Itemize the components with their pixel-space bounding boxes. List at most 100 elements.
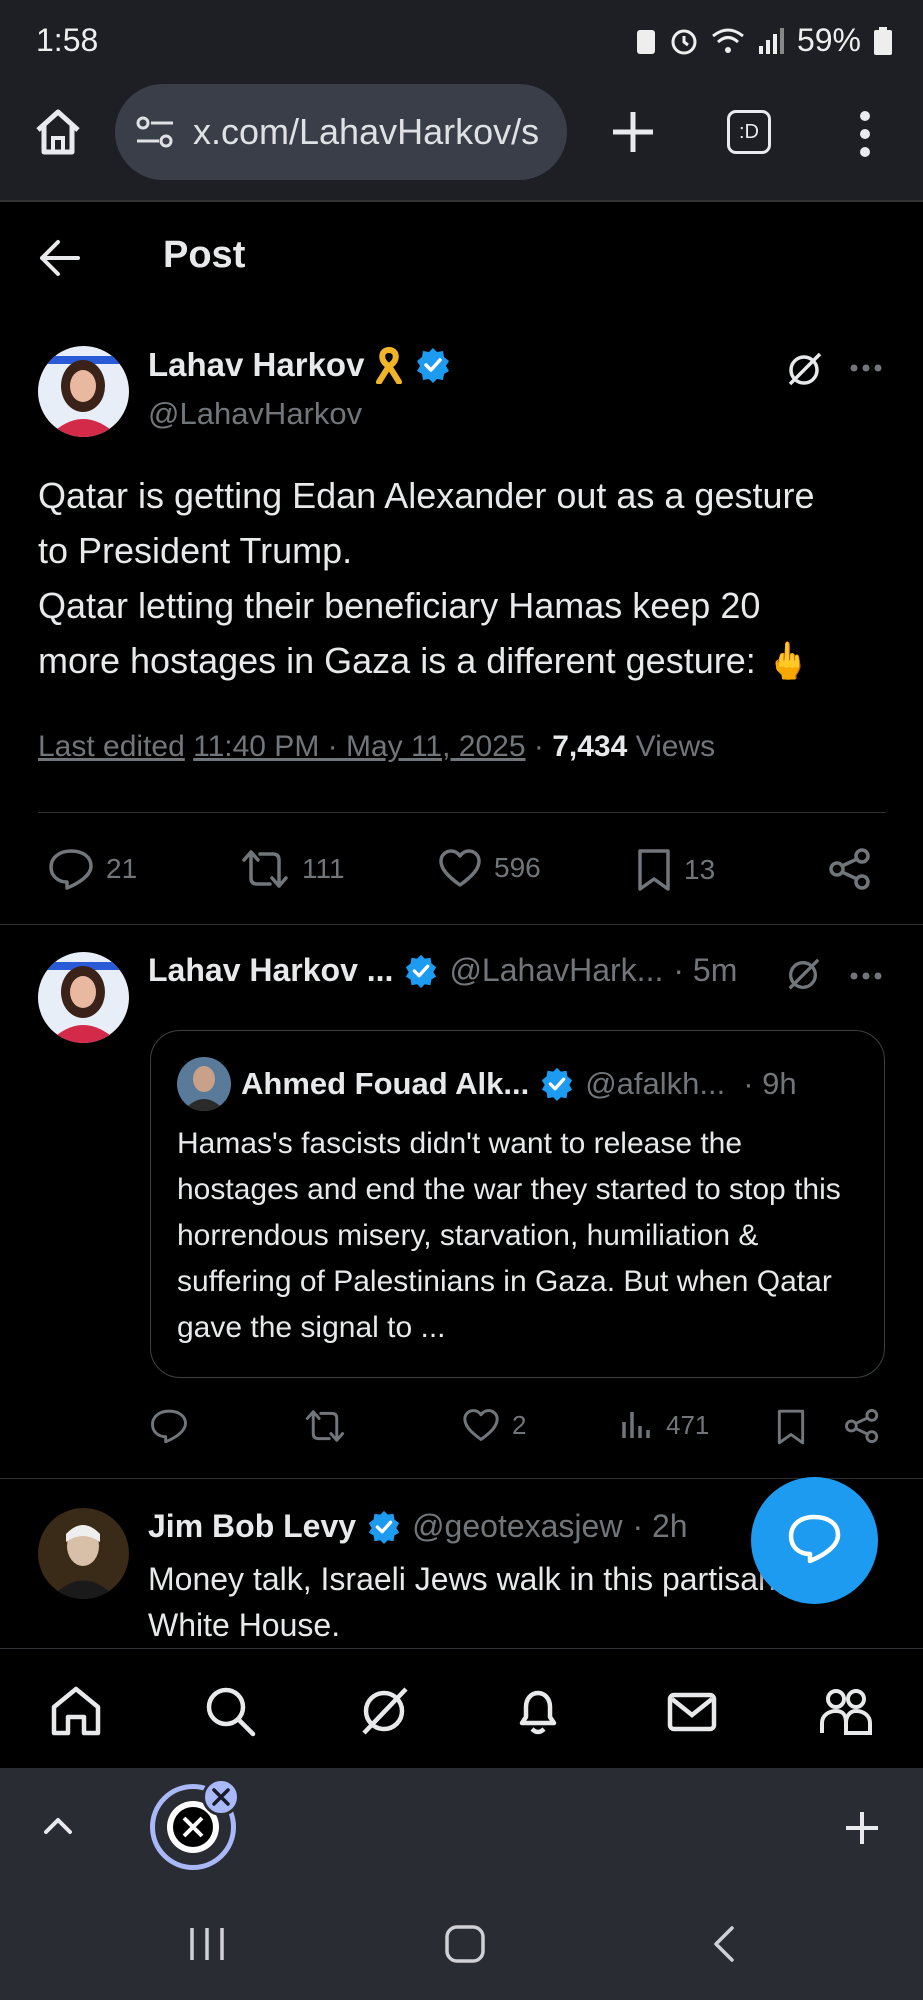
quote-author-name: Ahmed Fouad Alk... [241, 1066, 530, 1101]
yellow-ribbon-icon [376, 346, 403, 384]
browser-tab-strip [0, 1768, 923, 1888]
reply-button[interactable] [150, 1408, 188, 1444]
like-button[interactable]: 596 [438, 848, 541, 888]
battery-percent: 59% [796, 22, 861, 58]
home-icon[interactable] [30, 104, 86, 160]
bookmark-count: 13 [684, 854, 716, 885]
alarm-icon [671, 29, 697, 54]
battery-icon [874, 26, 892, 55]
author-avatar[interactable] [38, 346, 129, 437]
back-button-icon[interactable] [708, 1924, 738, 1964]
more-options-icon[interactable] [848, 356, 884, 380]
reply2-text: Money talk, Israeli Jews walk in this pa… [148, 1561, 776, 1643]
like-button[interactable]: 2 [462, 1408, 526, 1442]
author-name[interactable]: Lahav Harkov [148, 346, 364, 384]
reply-avatar[interactable] [38, 952, 129, 1043]
verified-badge-icon [417, 348, 450, 383]
new-tab-icon[interactable] [605, 104, 661, 160]
reply-icon [788, 1514, 841, 1564]
reply2-time: · 2h [632, 1508, 688, 1544]
recent-apps-icon[interactable] [186, 1924, 228, 1964]
reply-actions: 2 471 [0, 1400, 923, 1460]
verified-badge-icon [368, 1510, 400, 1544]
quote-time: · 9h [743, 1066, 797, 1101]
quote-text: Hamas's fascists didn't want to release … [177, 1127, 841, 1344]
post-header: Post [0, 202, 923, 312]
close-icon [212, 1788, 230, 1806]
share-button[interactable] [828, 848, 872, 890]
share-button[interactable] [844, 1408, 880, 1444]
reply-button[interactable]: 21 [48, 848, 137, 890]
home-button-icon[interactable] [444, 1924, 486, 1964]
reply-header: Lahav Harkov ... @LahavHark... · 5m [148, 952, 737, 989]
post-actions: 21 111 596 13 [0, 840, 923, 900]
tune-icon[interactable] [135, 114, 175, 150]
heart-icon [463, 1409, 499, 1441]
lock-icon [636, 29, 655, 54]
signal-icon [758, 27, 784, 54]
status-time: 1:58 [36, 22, 99, 58]
share-icon [829, 848, 870, 890]
back-arrow-icon[interactable] [38, 238, 82, 278]
post-text-line: Qatar letting their beneficiary Hamas ke… [38, 585, 761, 626]
verified-badge-icon [542, 1067, 573, 1102]
author-handle[interactable]: @LahavHarkov [148, 396, 362, 432]
grok-icon[interactable] [356, 1683, 412, 1739]
reply-author-name[interactable]: Lahav Harkov ... [148, 952, 393, 989]
repost-count: 111 [302, 853, 345, 884]
more-options-icon[interactable] [848, 964, 884, 988]
author-name-row: Lahav Harkov [148, 346, 452, 384]
bookmark-button[interactable]: 13 [636, 848, 715, 892]
divider [38, 812, 886, 813]
avatar-image [38, 952, 129, 1043]
post-meta: Last edited 11:40 PM · May 11, 2025 · 7,… [38, 730, 716, 763]
overflow-menu-icon[interactable] [850, 108, 880, 160]
bottom-nav [0, 1648, 923, 1768]
notifications-icon[interactable] [510, 1683, 566, 1739]
reply2-author-handle[interactable]: @geotexasjew [412, 1508, 622, 1545]
address-bar[interactable]: x.com/LahavHarkov/s [115, 84, 567, 180]
edit-history-link[interactable]: Last edited [38, 730, 185, 763]
quoted-post-card[interactable]: Ahmed Fouad Alk... @afalkh... · 9h Hamas… [150, 1030, 885, 1378]
reply-author-handle[interactable]: @LahavHark... [449, 952, 663, 989]
bookmark-icon [777, 1409, 805, 1445]
post-text-line: to President Trump. [38, 530, 353, 571]
avatar-image [38, 1508, 129, 1599]
like-count: 2 [512, 1409, 527, 1440]
quote-avatar [177, 1057, 231, 1111]
heart-icon [439, 849, 481, 887]
reply-time: · 5m [673, 952, 738, 988]
browser-chrome: 1:58 59% x.com/LahavHarkov/s :D [0, 0, 923, 202]
repost-button[interactable]: 111 [240, 848, 345, 890]
close-tab-button[interactable] [202, 1778, 240, 1816]
new-tab-icon[interactable] [842, 1808, 882, 1848]
grok-icon[interactable] [784, 350, 824, 390]
views-button[interactable]: 471 [620, 1408, 709, 1442]
bookmark-icon [638, 849, 670, 891]
reply-icon [151, 1409, 187, 1444]
reply2-avatar[interactable] [38, 1508, 129, 1599]
compose-reply-button[interactable] [751, 1477, 878, 1604]
chevron-up-icon[interactable] [40, 1808, 76, 1844]
repost-button[interactable] [304, 1408, 346, 1444]
url-text[interactable]: x.com/LahavHarkov/s [193, 84, 553, 180]
grok-icon[interactable] [784, 956, 822, 994]
avatar-image [38, 346, 129, 437]
home-icon[interactable] [48, 1683, 104, 1739]
search-icon[interactable] [202, 1683, 258, 1739]
post-text-line: more hostages in Gaza is a different ges… [38, 640, 811, 681]
tab-switcher-button[interactable]: :D [727, 110, 771, 154]
divider [0, 924, 923, 925]
bookmark-button[interactable] [776, 1408, 806, 1446]
system-nav-bar [0, 1888, 923, 2000]
messages-icon[interactable] [664, 1683, 720, 1739]
like-count: 596 [494, 852, 541, 883]
views-count: 471 [666, 1409, 710, 1440]
communities-icon[interactable] [818, 1683, 874, 1739]
reply2-author-name[interactable]: Jim Bob Levy [148, 1508, 356, 1545]
post-text-line: Qatar is getting Edan Alexander out as a… [38, 475, 815, 516]
quote-author-handle: @afalkh... [585, 1066, 726, 1101]
post-timestamp[interactable]: 11:40 PM · May 11, 2025 [193, 730, 525, 763]
reply-icon [49, 849, 93, 890]
status-bar: 1:58 59% [0, 0, 923, 80]
